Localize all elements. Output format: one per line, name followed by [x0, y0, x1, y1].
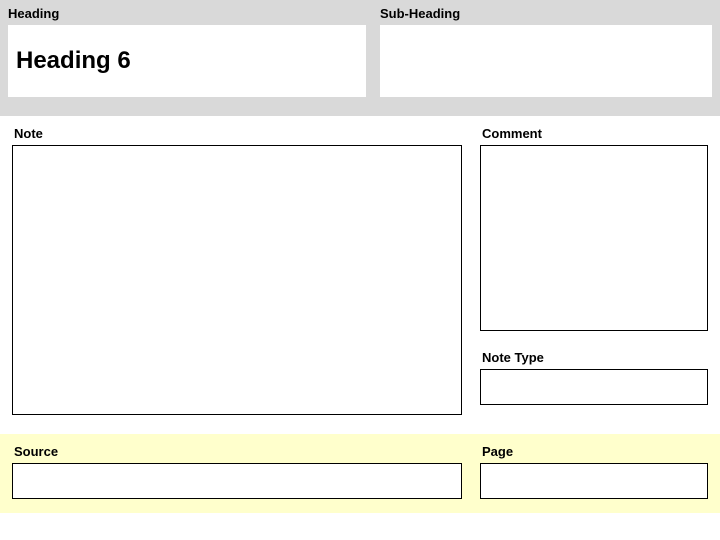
comment-column: Comment Note Type	[480, 126, 708, 420]
note-label: Note	[12, 126, 462, 145]
page-column: Page	[480, 444, 708, 499]
comment-textarea[interactable]	[480, 145, 708, 331]
notetype-input[interactable]	[480, 369, 708, 405]
comment-label: Comment	[480, 126, 708, 145]
subheading-input[interactable]	[380, 25, 712, 97]
heading-input[interactable]	[8, 25, 366, 97]
notetype-label: Note Type	[480, 350, 708, 369]
page-label: Page	[480, 444, 708, 463]
source-column: Source	[12, 444, 462, 499]
heading-label: Heading	[8, 4, 366, 25]
body-region: Note Comment Note Type	[0, 116, 720, 428]
subheading-column: Sub-Heading	[380, 4, 712, 106]
heading-column: Heading	[8, 4, 366, 106]
footer-region: Source Page	[0, 434, 720, 513]
note-textarea[interactable]	[12, 145, 462, 415]
page-input[interactable]	[480, 463, 708, 499]
note-column: Note	[12, 126, 462, 420]
header-region: Heading Sub-Heading	[0, 0, 720, 116]
subheading-label: Sub-Heading	[380, 4, 712, 25]
source-label: Source	[12, 444, 462, 463]
source-input[interactable]	[12, 463, 462, 499]
notetype-block: Note Type	[480, 350, 708, 405]
